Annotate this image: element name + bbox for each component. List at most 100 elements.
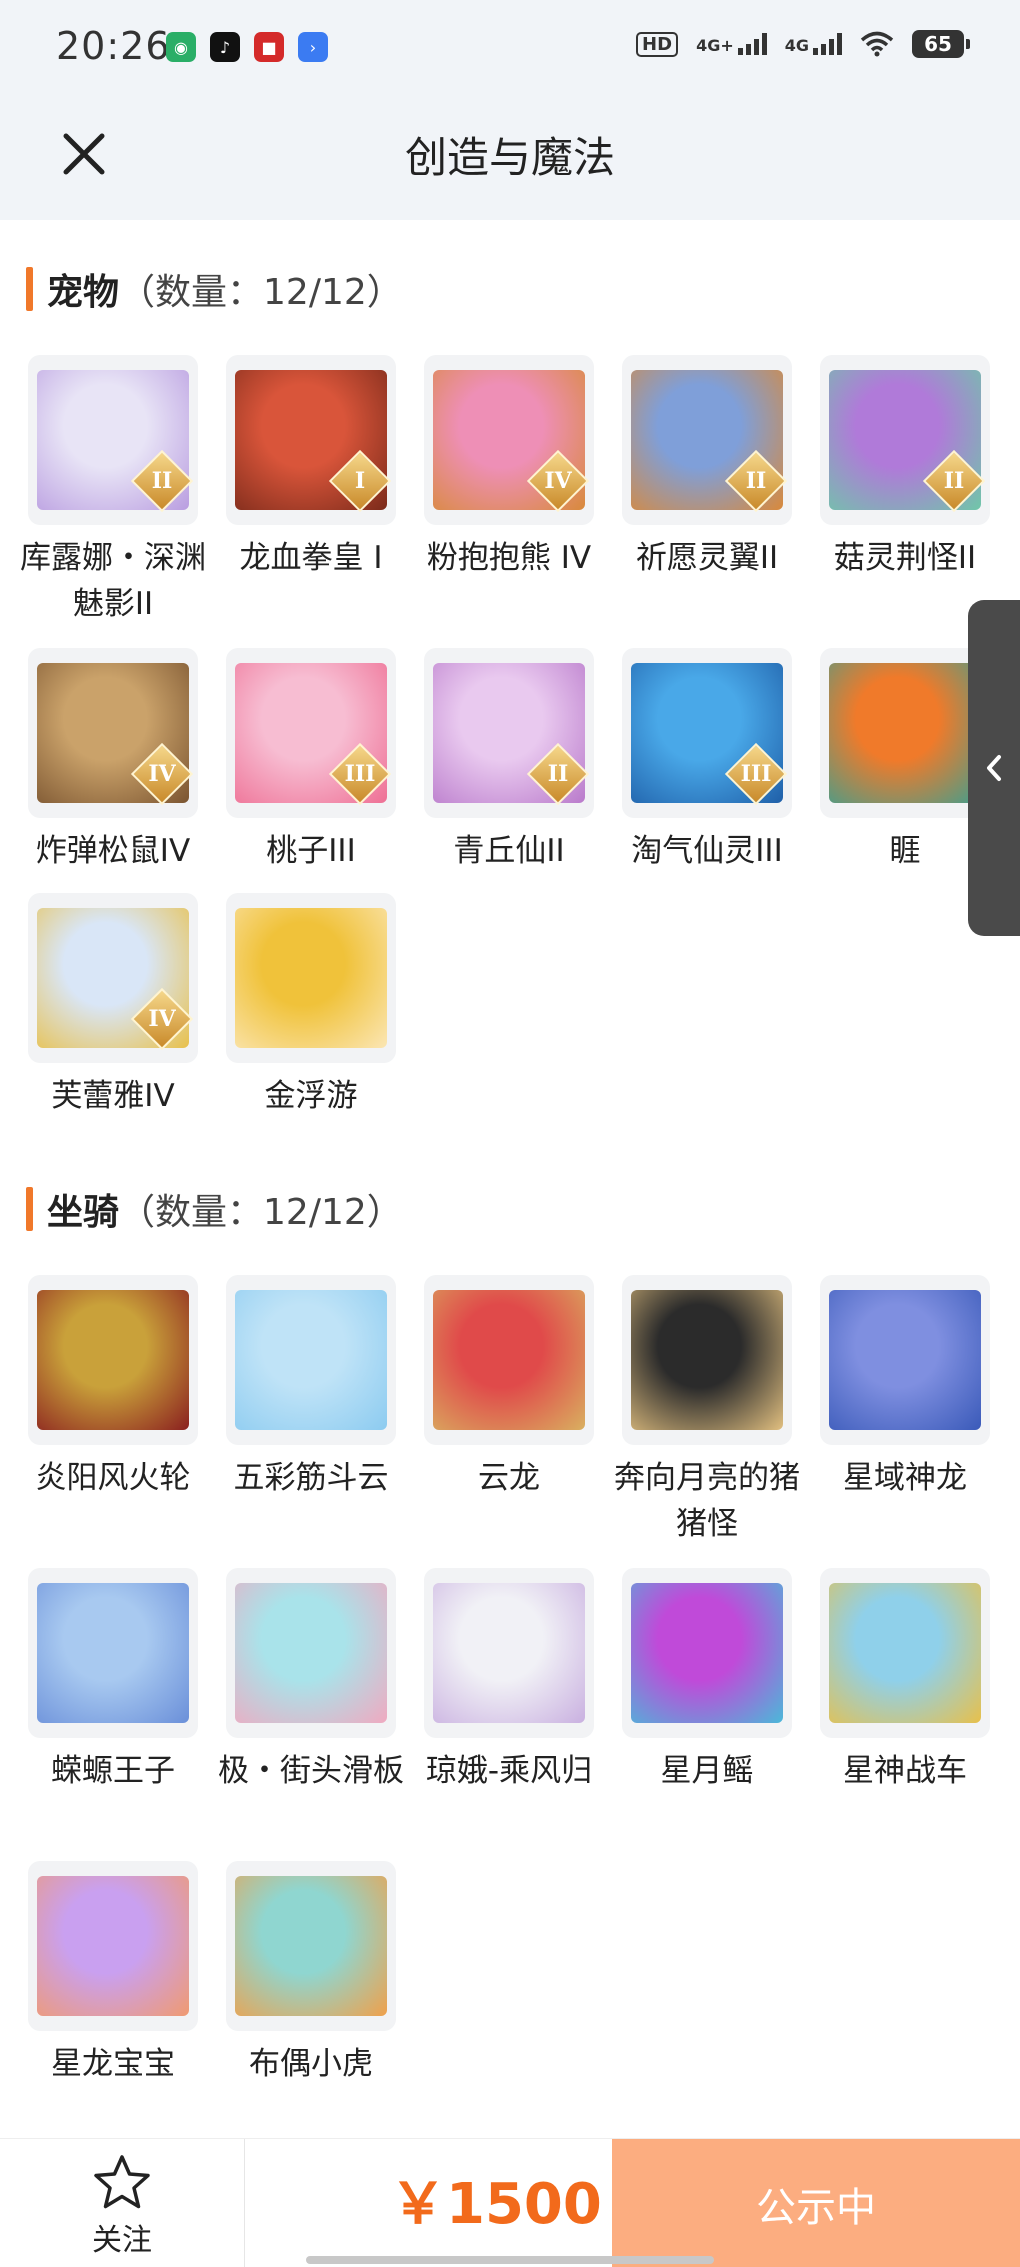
status-bar: 20:26 ◉ ♪ ■ › HD 4G+ 4G 65 <box>0 0 1020 100</box>
grade-label: IV <box>148 761 176 787</box>
network-type-1: 4G+ <box>696 36 734 55</box>
item-card[interactable]: 五彩筋斗云 <box>226 1275 396 1501</box>
item-image <box>433 1290 585 1430</box>
item-label: 琼娥-乘风归 <box>425 1753 593 1789</box>
item-card[interactable]: 星月鳐 <box>622 1568 792 1794</box>
item-label: 奔向月亮的猪猪怪 <box>614 1460 800 1542</box>
home-indicator[interactable] <box>306 2256 714 2264</box>
item-thumbnail <box>28 1568 198 1738</box>
item-thumbnail <box>622 1568 792 1738</box>
item-thumbnail: III <box>226 648 396 818</box>
item-label: 星域神龙 <box>843 1460 967 1496</box>
item-card[interactable]: 睚 <box>820 648 990 874</box>
publicity-status-button[interactable]: 公示中 <box>612 2139 1020 2267</box>
item-card[interactable]: IV 粉抱抱熊 IV <box>424 355 594 581</box>
item-card[interactable]: II 祈愿灵翼II <box>622 355 792 581</box>
item-card[interactable]: 炎阳风火轮 <box>28 1275 198 1501</box>
item-card[interactable]: IV 芙蕾雅IV <box>28 893 198 1119</box>
grade-label: II <box>151 468 173 494</box>
section-name: 坐骑 <box>47 1192 120 1233</box>
grade-label: II <box>547 761 569 787</box>
item-thumbnail <box>28 1861 198 2031</box>
item-thumbnail <box>820 1568 990 1738</box>
item-card[interactable]: II 青丘仙II <box>424 648 594 874</box>
item-label: 云龙 <box>478 1460 540 1496</box>
item-card[interactable]: 金浮游 <box>226 893 396 1119</box>
follow-button[interactable]: 关注 <box>0 2139 244 2267</box>
item-label: 菇灵荆怪II <box>833 540 977 576</box>
item-thumbnail <box>820 1275 990 1445</box>
item-thumbnail: IV <box>424 355 594 525</box>
item-label: 炸弹松鼠IV <box>35 833 191 869</box>
network-type-2: 4G <box>784 36 809 55</box>
item-thumbnail <box>28 1275 198 1445</box>
section-accent-bar <box>26 267 33 311</box>
item-label: 星神战车 <box>843 1753 967 1789</box>
notification-icons: ◉ ♪ ■ › <box>166 32 328 62</box>
item-card[interactable]: II 库露娜・深渊魅影II <box>20 355 206 627</box>
item-image <box>235 1290 387 1430</box>
item-label: 粉抱抱熊 IV <box>426 540 592 576</box>
item-label: 星龙宝宝 <box>51 2046 175 2082</box>
item-thumbnail <box>820 648 990 818</box>
battery-icon: 65 <box>912 30 970 58</box>
item-card[interactable]: 云龙 <box>424 1275 594 1501</box>
item-card[interactable]: II 菇灵荆怪II <box>820 355 990 581</box>
item-thumbnail: II <box>28 355 198 525</box>
price: ￥1500 <box>390 2172 602 2237</box>
item-card[interactable]: 布偶小虎 <box>226 1861 396 2087</box>
item-image <box>37 1290 189 1430</box>
item-image <box>235 1583 387 1723</box>
page-title: 创造与魔法 <box>404 133 615 182</box>
wifi-icon <box>860 31 894 57</box>
section-accent-bar <box>26 1187 33 1231</box>
item-label: 青丘仙II <box>453 833 565 869</box>
item-label: 极・街头滑板 <box>218 1753 404 1789</box>
item-thumbnail: II <box>424 648 594 818</box>
item-label: 库露娜・深渊魅影II <box>20 540 206 622</box>
red-app-icon: ■ <box>254 32 284 62</box>
item-image <box>829 1290 981 1430</box>
item-image <box>433 1583 585 1723</box>
item-label: 淘气仙灵III <box>631 833 783 869</box>
item-card[interactable]: 星神战车 <box>820 1568 990 1794</box>
item-image <box>829 663 981 803</box>
hd-icon: HD <box>636 31 679 57</box>
side-drawer-tab[interactable] <box>968 600 1020 936</box>
item-card[interactable]: 琼娥-乘风归 <box>424 1568 594 1794</box>
item-card[interactable]: 蝾螈王子 <box>28 1568 198 1794</box>
section-title: 坐骑 （数量：12/12） <box>26 1185 403 1233</box>
item-label: 龙血拳皇 I <box>239 540 383 576</box>
follow-label: 关注 <box>92 2223 152 2258</box>
item-label: 星月鳐 <box>660 1753 754 1789</box>
section-count: （数量：12/12） <box>119 272 403 313</box>
item-image <box>631 1583 783 1723</box>
grade-label: III <box>344 761 376 787</box>
item-card[interactable]: 星域神龙 <box>820 1275 990 1501</box>
wechat-icon: ◉ <box>166 32 196 62</box>
item-image <box>829 1583 981 1723</box>
item-image <box>235 1876 387 2016</box>
section-title: 宠物 （数量：12/12） <box>26 265 403 313</box>
chevron-left-icon <box>987 755 1001 781</box>
grade-label: IV <box>148 1006 176 1032</box>
item-image <box>631 1290 783 1430</box>
item-thumbnail <box>226 1568 396 1738</box>
item-image <box>37 1583 189 1723</box>
item-thumbnail: II <box>622 355 792 525</box>
item-thumbnail: II <box>820 355 990 525</box>
item-label: 芙蕾雅IV <box>51 1078 175 1114</box>
item-card[interactable]: 奔向月亮的猪猪怪 <box>614 1275 800 1547</box>
item-label: 炎阳风火轮 <box>35 1460 191 1496</box>
item-card[interactable]: IV 炸弹松鼠IV <box>28 648 198 874</box>
item-card[interactable]: III 淘气仙灵III <box>622 648 792 874</box>
signal-1-icon: 4G+ <box>696 33 767 55</box>
item-card[interactable]: 星龙宝宝 <box>28 1861 198 2087</box>
divider <box>244 2139 245 2267</box>
item-label: 祈愿灵翼II <box>635 540 779 576</box>
item-card[interactable]: 极・街头滑板 <box>218 1568 404 1794</box>
item-card[interactable]: III 桃子III <box>226 648 396 874</box>
item-card[interactable]: I 龙血拳皇 I <box>226 355 396 581</box>
item-thumbnail: III <box>622 648 792 818</box>
item-thumbnail <box>622 1275 792 1445</box>
